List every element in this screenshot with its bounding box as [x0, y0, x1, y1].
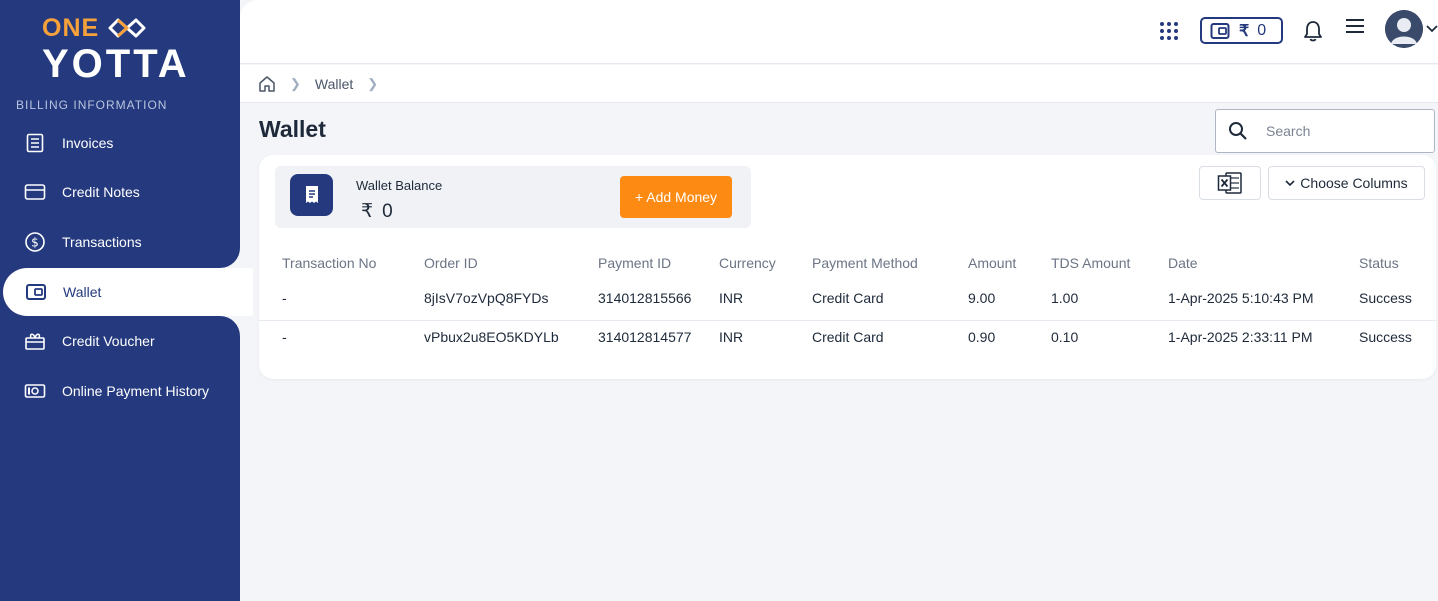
choose-columns-button[interactable]: Choose Columns — [1268, 166, 1425, 200]
hamburger-menu-icon[interactable] — [1344, 17, 1366, 37]
table-row[interactable]: - 8jIsV7ozVpQ8FYDs 314012815566 INR Cred… — [259, 282, 1436, 321]
breadcrumb-separator-icon: ❯ — [367, 75, 379, 91]
column-header[interactable]: Amount — [968, 255, 1016, 271]
table-cell: vPbux2u8EO5KDYLb — [424, 329, 559, 345]
chevron-down-icon[interactable] — [1426, 24, 1438, 34]
sidebar-item-wallet[interactable]: Wallet — [3, 268, 253, 316]
logo-yotta-text: YOTTA — [42, 42, 190, 86]
logo-infinity-icon — [108, 18, 146, 38]
breadcrumb-current[interactable]: Wallet — [315, 76, 353, 92]
wallet-balance-label: Wallet Balance — [356, 178, 443, 193]
column-header[interactable]: Payment Method — [812, 255, 918, 271]
table-cell: - — [282, 290, 287, 306]
wallet-balance-panel: Wallet Balance ₹0 + Add Money — [275, 166, 751, 228]
export-excel-button[interactable] — [1199, 166, 1261, 200]
sidebar-item-label: Wallet — [63, 284, 102, 300]
balance-amount: 0 — [382, 201, 393, 222]
header-wallet-currency: ₹ — [1239, 22, 1250, 40]
chevron-down-icon — [1285, 180, 1295, 187]
receipt-icon — [305, 186, 318, 203]
header-wallet-amount: 0 — [1257, 21, 1267, 39]
column-header[interactable]: TDS Amount — [1051, 255, 1130, 271]
table-cell: INR — [719, 290, 744, 306]
table-cell: Success — [1359, 329, 1412, 345]
table-cell: Credit Card — [812, 329, 884, 345]
sidebar-item-label: Credit Notes — [62, 184, 140, 200]
wallet-balance-value: ₹0 — [361, 200, 393, 223]
sidebar-item-label: Online Payment History — [62, 383, 210, 399]
table-cell: 1-Apr-2025 5:10:43 PM — [1168, 290, 1314, 306]
oneyotta-logo[interactable]: ONE YOTTA — [42, 14, 202, 86]
user-avatar-icon — [1385, 10, 1423, 48]
search-box[interactable] — [1215, 109, 1435, 153]
table-cell: 314012815566 — [598, 290, 692, 306]
invoice-icon — [24, 132, 46, 154]
sidebar-item-online-payment-history[interactable]: Online Payment History — [0, 368, 240, 414]
column-header[interactable]: Status — [1359, 255, 1399, 271]
bell-icon[interactable] — [1302, 19, 1324, 43]
table-cell: Success — [1359, 290, 1412, 306]
section-label-billing: BILLING INFORMATION — [16, 98, 168, 112]
table-cell: 0.10 — [1051, 329, 1079, 345]
column-header[interactable]: Payment ID — [598, 255, 671, 271]
active-tab-curve-top — [220, 248, 240, 268]
svg-text:$: $ — [31, 236, 39, 250]
table-cell: 0.90 — [968, 329, 996, 345]
breadcrumb-separator-icon: ❯ — [290, 75, 301, 91]
sidebar-item-label: Credit Voucher — [62, 333, 155, 349]
sidebar-item-label: Invoices — [62, 135, 114, 151]
table-cell: 9.00 — [968, 290, 996, 306]
sidebar-item-label: Transactions — [62, 234, 142, 250]
logo-one-text: ONE — [42, 14, 100, 42]
receipt-icon-badge — [290, 174, 333, 216]
table-cell: INR — [719, 329, 744, 345]
header-wallet-chip[interactable]: ₹ 0 — [1200, 17, 1283, 44]
sidebar-item-credit-voucher[interactable]: Credit Voucher — [0, 318, 240, 364]
dollar-circle-icon: $ — [24, 231, 46, 253]
table-cell: 1-Apr-2025 2:33:11 PM — [1168, 329, 1313, 345]
balance-currency: ₹ — [361, 201, 374, 222]
sidebar-item-invoices[interactable]: Invoices — [0, 120, 240, 166]
column-header[interactable]: Order ID — [424, 255, 478, 271]
sidebar-item-credit-notes[interactable]: Credit Notes — [0, 169, 240, 215]
wallet-card: Wallet Balance ₹0 + Add Money Choose Col… — [259, 155, 1436, 379]
search-input[interactable] — [1266, 123, 1416, 139]
table-cell: 314012814577 — [598, 329, 692, 345]
table-cell: 8jIsV7ozVpQ8FYDs — [424, 290, 549, 306]
table-cell: - — [282, 329, 287, 345]
excel-icon — [1217, 172, 1242, 194]
wallet-icon — [1210, 22, 1230, 39]
table-cell: 1.00 — [1051, 290, 1079, 306]
table-header: Transaction No Order ID Payment ID Curre… — [259, 253, 1436, 277]
sidebar-item-transactions[interactable]: $ Transactions — [0, 219, 240, 265]
table-row[interactable]: - vPbux2u8EO5KDYLb 314012814577 INR Cred… — [259, 321, 1436, 360]
add-money-button[interactable]: + Add Money — [620, 176, 732, 218]
sidebar: ONE YOTTA BILLING INFORMATION Invoices C… — [0, 0, 253, 601]
apps-grid-icon[interactable] — [1158, 20, 1180, 42]
column-header[interactable]: Date — [1168, 255, 1198, 271]
wallet-icon — [25, 281, 47, 303]
column-header[interactable]: Currency — [719, 255, 776, 271]
credit-card-icon — [24, 181, 46, 203]
breadcrumb: ❯ Wallet ❯ — [240, 65, 1438, 103]
home-icon[interactable] — [258, 75, 276, 93]
top-header: ₹ 0 — [240, 0, 1438, 64]
choose-columns-label: Choose Columns — [1300, 175, 1408, 191]
cash-icon — [24, 380, 46, 402]
search-icon — [1229, 122, 1247, 140]
column-header[interactable]: Transaction No — [282, 255, 376, 271]
gift-icon — [24, 330, 46, 352]
table-cell: Credit Card — [812, 290, 884, 306]
page-title: Wallet — [259, 116, 326, 142]
avatar[interactable] — [1385, 10, 1423, 48]
